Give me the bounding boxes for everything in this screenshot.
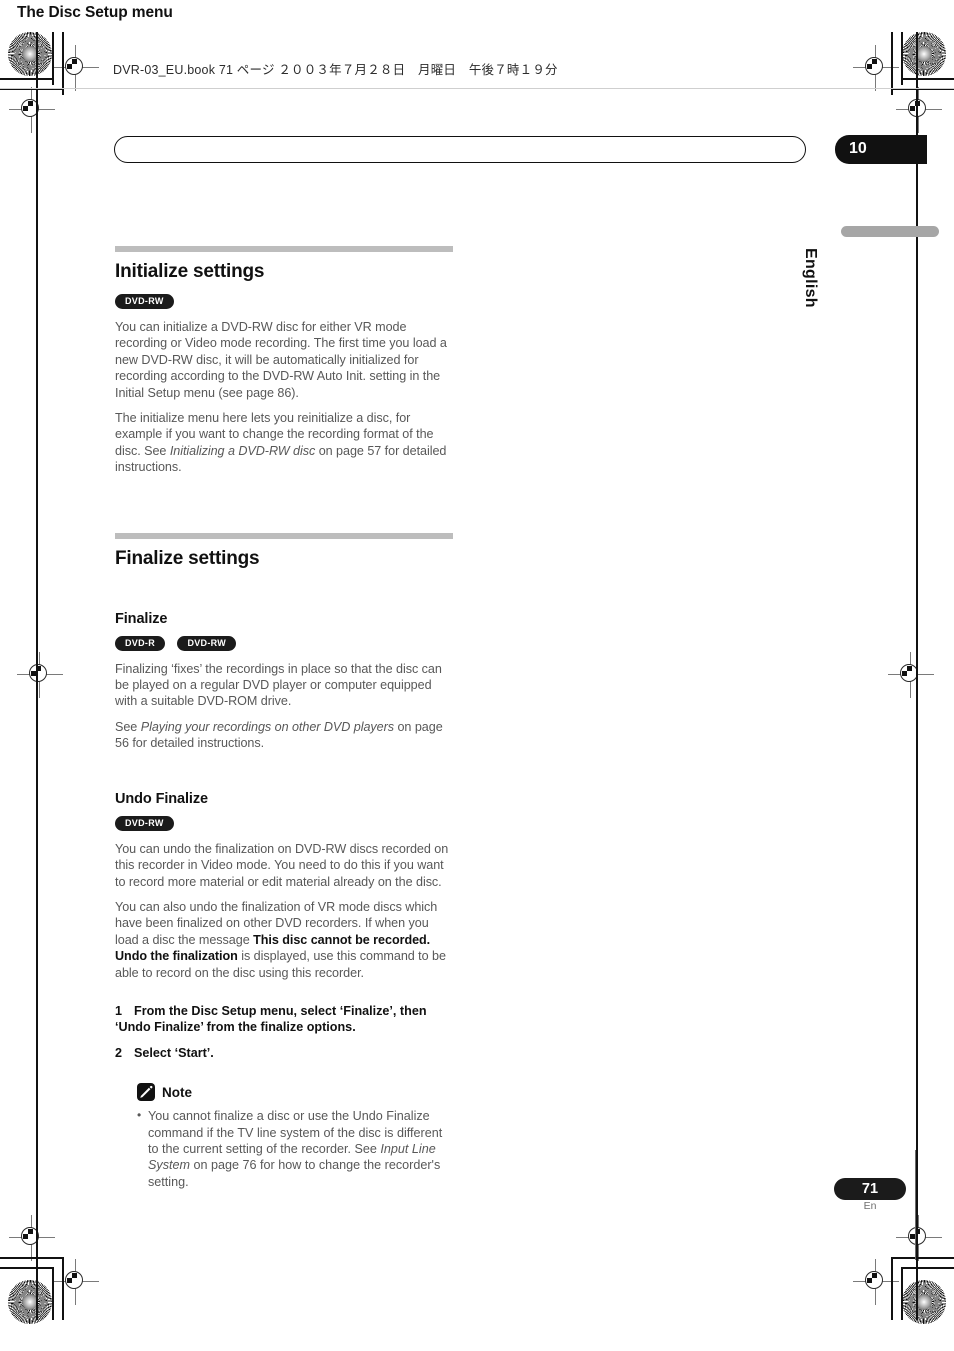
document-page: DVR-03_EU.book 71 ページ ２００３年７月２８日 月曜日 午後７… xyxy=(0,0,954,1351)
cross-reference-initializing-disc: Initializing a DVD-RW disc xyxy=(169,443,316,458)
page-edge-rule xyxy=(915,1150,916,1260)
pencil-icon xyxy=(137,1083,155,1102)
registration-mark-top-left-lower xyxy=(9,87,55,133)
step-2-text: Select ‘Start’. xyxy=(134,1045,214,1060)
step-1-text: From the Disc Setup menu, select ‘Finali… xyxy=(115,1003,427,1035)
language-label: English xyxy=(802,248,819,308)
content-column: Initialize settings DVD-RW You can initi… xyxy=(115,246,453,1190)
note-header: Note xyxy=(137,1083,453,1102)
note-item: You cannot finalize a disc or use the Un… xyxy=(137,1107,453,1190)
book-file-stamp: DVR-03_EU.book 71 ページ ２００３年７月２８日 月曜日 午後７… xyxy=(113,63,558,77)
section-heading-finalize: Finalize settings xyxy=(115,547,260,569)
disc-badge-dvd-rw-undo: DVD-RW xyxy=(115,815,174,831)
section-rule-finalize xyxy=(115,532,453,539)
registration-mark-mid-left xyxy=(17,652,63,698)
page-number-pill: 71 xyxy=(834,1178,906,1200)
section-heading-initialize: Initialize settings xyxy=(115,261,265,282)
disc-badge-dvd-rw: DVD-RW xyxy=(115,294,174,309)
page-number-suffix: En xyxy=(863,1200,877,1212)
paragraph-initialize-1: You can initialize a DVD-RW disc for eit… xyxy=(115,320,447,400)
chapter-number-label: 10 xyxy=(849,140,867,157)
print-density-target-bottom-right xyxy=(902,1280,946,1324)
paragraph-finalize-2: See Playing your recordings on other DVD… xyxy=(115,719,453,752)
step-2-number: 2 xyxy=(115,1045,123,1060)
gutter-rule-left xyxy=(36,32,38,1320)
print-density-target-top-left xyxy=(8,32,52,76)
paragraph-finalize-1: Finalizing ‘fixes’ the recordings in pla… xyxy=(115,661,442,709)
subsection-heading-finalize: Finalize xyxy=(115,610,168,627)
chapter-number-tab: 10 xyxy=(835,135,927,164)
registration-mark-top-left xyxy=(53,45,99,91)
instruction-step-1: 1 From the Disc Setup menu, select ‘Final… xyxy=(115,1003,453,1036)
disc-badge-dvd-r: DVD-R xyxy=(115,635,165,651)
print-density-target-bottom-left xyxy=(8,1280,52,1324)
registration-mark-bottom-left xyxy=(9,1215,55,1261)
section-rule-initialize xyxy=(115,246,453,252)
paragraph-undo-1: You can undo the finalization on DVD-RW … xyxy=(115,841,449,889)
note-title: Note xyxy=(162,1084,192,1100)
paragraph-initialize-2: The initialize menu here lets you reinit… xyxy=(115,410,453,476)
running-head-title: The Disc Setup menu xyxy=(17,4,173,21)
note-item-tail: on page 76 for how to change the recorde… xyxy=(148,1158,441,1189)
registration-mark-bottom-right xyxy=(896,1215,942,1261)
running-head-frame xyxy=(114,136,806,163)
badge-group-undo-finalize: DVD-RW xyxy=(115,815,453,831)
cross-reference-playing-recordings: Playing your recordings on other DVD pla… xyxy=(140,719,395,734)
paragraph-undo-2: You can also undo the finalization of VR… xyxy=(115,899,453,981)
subsection-heading-undo-finalize: Undo Finalize xyxy=(115,790,208,807)
note-list: You cannot finalize a disc or use the Un… xyxy=(137,1107,453,1190)
step-1-number: 1 xyxy=(115,1003,123,1018)
registration-mark-mid-right xyxy=(888,652,934,698)
bleed-rule-top xyxy=(0,88,954,89)
badge-group-initialize: DVD-RW xyxy=(115,294,453,309)
registration-mark-bottom-left-lower xyxy=(53,1259,99,1305)
page-number-label: 71 xyxy=(861,1181,879,1197)
language-tab-bar xyxy=(841,226,939,237)
instruction-step-2: 2 Select ‘Start’. xyxy=(115,1045,453,1061)
badge-group-finalize: DVD-R DVD-RW xyxy=(115,635,453,651)
registration-mark-top-right-lower xyxy=(896,87,942,133)
paragraph-finalize-2-lead: See xyxy=(115,719,141,734)
disc-badge-dvd-rw: DVD-RW xyxy=(177,635,237,651)
print-density-target-top-right xyxy=(902,32,946,76)
